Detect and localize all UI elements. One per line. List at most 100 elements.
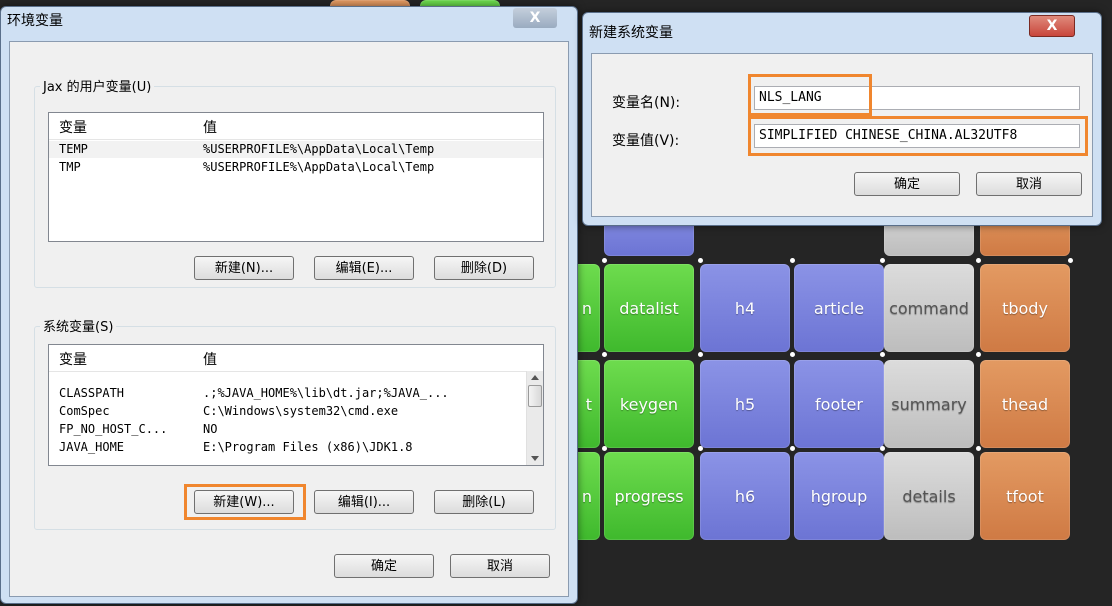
tile-label: hgroup xyxy=(810,486,868,506)
connector-dot xyxy=(1068,258,1073,263)
tile-label: summary xyxy=(891,394,967,414)
table-row[interactable]: CLASSPATH .;%JAVA_HOME%\lib\dt.jar;%JAVA… xyxy=(49,385,525,402)
scroll-down-icon[interactable] xyxy=(531,456,539,461)
system-delete-button[interactable]: 删除(L) xyxy=(434,490,534,514)
connector-dot xyxy=(602,258,607,263)
tile-label: footer xyxy=(815,394,863,414)
tile-label: n xyxy=(581,486,592,506)
tile-label: details xyxy=(902,486,956,506)
tile-footer[interactable]: footer xyxy=(794,360,884,448)
connector-dot xyxy=(790,446,795,451)
tile-label: h5 xyxy=(734,394,756,414)
row-name: ComSpec xyxy=(59,404,110,418)
tile-label: thead xyxy=(1001,394,1049,414)
tile-label: article xyxy=(813,298,865,318)
tile-label: tfoot xyxy=(1006,486,1044,506)
tile-hgroup[interactable]: hgroup xyxy=(794,452,884,540)
table-row[interactable]: FP_NO_HOST_C... NO xyxy=(49,421,525,438)
connector-dot xyxy=(976,352,981,357)
highlight-box xyxy=(748,116,1088,156)
column-header-variable: 变量 xyxy=(59,352,87,368)
ok-button[interactable]: 确定 xyxy=(854,172,960,196)
user-variables-list[interactable]: 变量 值 TEMP %USERPROFILE%\AppData\Local\Te… xyxy=(48,112,544,242)
user-variables-label: Jax 的用户变量(U) xyxy=(40,76,155,95)
row-value: %USERPROFILE%\AppData\Local\Temp xyxy=(203,142,435,156)
close-button[interactable]: X xyxy=(513,8,557,28)
tile-label: n xyxy=(581,298,592,318)
system-variables-label: 系统变量(S) xyxy=(40,316,117,335)
tile-progress[interactable]: progress xyxy=(604,452,694,540)
tile-details[interactable]: details xyxy=(884,452,974,540)
tile-h5[interactable]: h5 xyxy=(700,360,790,448)
connector-dot xyxy=(698,446,703,451)
row-name: JAVA_HOME xyxy=(59,440,125,454)
new-system-variable-dialog: 新建系统变量 X 变量名(N): NLS_LANG 变量值(V): SIMPLI… xyxy=(582,12,1102,226)
connector-dot xyxy=(880,258,885,263)
tile-h4[interactable]: h4 xyxy=(700,264,790,352)
vertical-scrollbar[interactable] xyxy=(526,371,543,465)
connector-dot xyxy=(790,352,795,357)
tile-datalist[interactable]: datalist xyxy=(604,264,694,352)
connector-dot xyxy=(698,258,703,263)
tile-article[interactable]: article xyxy=(794,264,884,352)
scroll-up-icon[interactable] xyxy=(531,375,539,380)
tile-label: progress xyxy=(614,486,684,506)
env-variables-window: 环境变量 X Jax 的用户变量(U) 变量 值 TEMP %USERPROFI… xyxy=(0,6,578,604)
tile-summary[interactable]: summary xyxy=(884,360,974,448)
table-row[interactable]: TEMP %USERPROFILE%\AppData\Local\Temp xyxy=(49,141,543,158)
ok-button[interactable]: 确定 xyxy=(334,554,434,578)
connector-dot xyxy=(880,446,885,451)
row-name: CLASSPATH xyxy=(59,386,125,400)
user-delete-button[interactable]: 删除(D) xyxy=(434,256,534,280)
variable-name-label: 变量名(N): xyxy=(612,95,681,111)
user-new-button[interactable]: 新建(N)... xyxy=(194,256,294,280)
highlight-box xyxy=(748,74,872,116)
cancel-button[interactable]: 取消 xyxy=(976,172,1082,196)
connector-dot xyxy=(602,352,607,357)
cancel-button[interactable]: 取消 xyxy=(450,554,550,578)
row-name: TEMP xyxy=(59,142,88,156)
user-edit-button[interactable]: 编辑(E)... xyxy=(314,256,414,280)
tile-command[interactable]: command xyxy=(884,264,974,352)
row-value: C:\Windows\system32\cmd.exe xyxy=(203,404,399,418)
window-title: 环境变量 xyxy=(7,13,63,29)
row-name: TMP xyxy=(59,160,81,174)
tile-label: datalist xyxy=(619,298,679,318)
tile-keygen[interactable]: keygen xyxy=(604,360,694,448)
connector-dot xyxy=(880,352,885,357)
list-header: 变量 值 xyxy=(49,345,543,372)
tile-thead[interactable]: thead xyxy=(980,360,1070,448)
close-icon: X xyxy=(1046,18,1058,34)
window-client-area: Jax 的用户变量(U) 变量 值 TEMP %USERPROFILE%\App… xyxy=(9,41,569,597)
tile-label: h4 xyxy=(734,298,756,318)
scroll-thumb[interactable] xyxy=(528,385,542,407)
table-row[interactable]: JAVA_HOME E:\Program Files (x86)\JDK1.8 xyxy=(49,439,525,456)
list-header: 变量 值 xyxy=(49,113,543,140)
system-edit-button[interactable]: 编辑(I)... xyxy=(314,490,414,514)
row-name: FP_NO_HOST_C... xyxy=(59,422,168,436)
close-button[interactable]: X xyxy=(1029,15,1075,37)
close-icon: X xyxy=(529,10,541,26)
tile-label: command xyxy=(889,298,969,318)
highlight-box xyxy=(184,484,306,520)
table-row[interactable]: TMP %USERPROFILE%\AppData\Local\Temp xyxy=(49,159,543,176)
connector-dot xyxy=(698,352,703,357)
row-value: E:\Program Files (x86)\JDK1.8 xyxy=(203,440,413,454)
connector-dot xyxy=(790,258,795,263)
system-variables-list[interactable]: 变量 值 CLASSPATH .;%JAVA_HOME%\lib\dt.jar;… xyxy=(48,344,544,466)
tile-h6[interactable]: h6 xyxy=(700,452,790,540)
tile-tbody[interactable]: tbody xyxy=(980,264,1070,352)
tile-label: tbody xyxy=(1002,298,1048,318)
column-header-value: 值 xyxy=(203,120,217,136)
table-row[interactable]: ComSpec C:\Windows\system32\cmd.exe xyxy=(49,403,525,420)
dialog-title: 新建系统变量 xyxy=(589,25,673,41)
variable-value-label: 变量值(V): xyxy=(612,133,680,149)
tile-label: keygen xyxy=(619,394,679,414)
column-header-value: 值 xyxy=(203,352,217,368)
tile-label: t xyxy=(585,394,592,414)
tile-tfoot[interactable]: tfoot xyxy=(980,452,1070,540)
dialog-client-area: 变量名(N): NLS_LANG 变量值(V): SIMPLIFIED CHIN… xyxy=(591,53,1093,217)
row-value: NO xyxy=(203,422,218,436)
connector-dot xyxy=(602,446,607,451)
connector-dot xyxy=(976,258,981,263)
